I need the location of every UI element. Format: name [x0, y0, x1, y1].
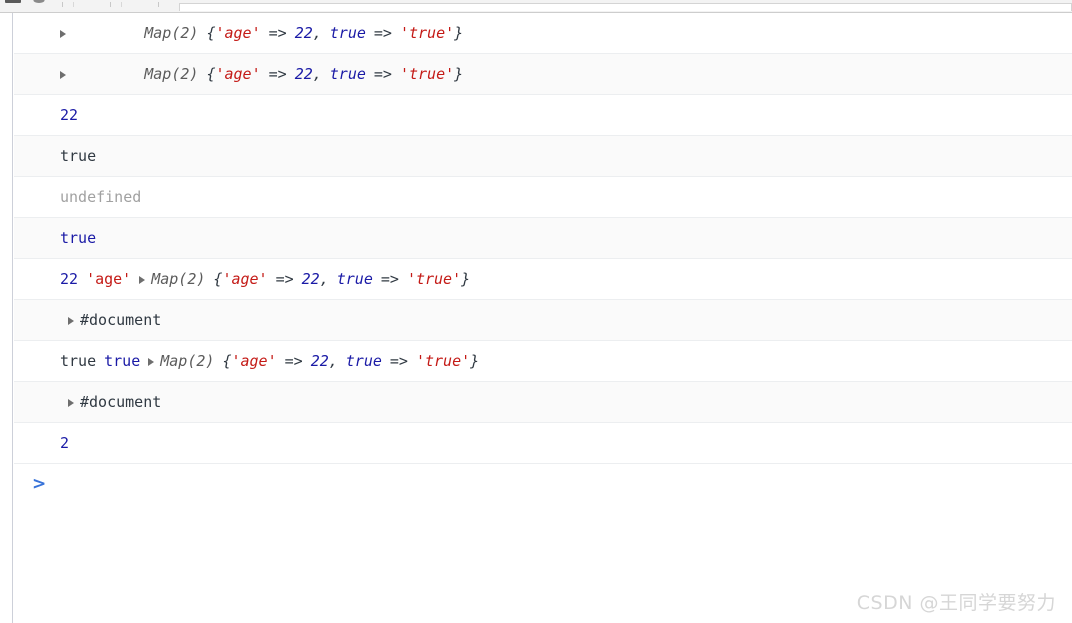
console-value-node: #document [80, 311, 162, 329]
map-key-2: true [336, 270, 373, 288]
console-lead-string: true [60, 352, 97, 370]
console-panel: Map(2) {'age' => 22, true =>'true'} Map(2) {'a… [0, 13, 1072, 623]
console-value-boolean: true [60, 229, 97, 247]
console-value-number: 2 [60, 434, 70, 452]
map-value-2: 'true' [415, 352, 471, 370]
map-comma: , [319, 270, 329, 288]
map-value-2: 'true' [399, 24, 455, 42]
close-brace: } [454, 65, 464, 83]
console-row-document-1[interactable]: #document [14, 300, 1072, 341]
console-lead-boolean: true [104, 352, 141, 370]
disclosure-triangle-icon[interactable] [60, 71, 66, 79]
map-value-1: 22 [310, 352, 329, 370]
map-arrow-1: => [284, 352, 303, 370]
map-key-1: 'age' [215, 24, 261, 42]
console-lead-string: 'age' [86, 270, 132, 288]
map-key-1: 'age' [215, 65, 261, 83]
disclosure-triangle-icon[interactable] [139, 276, 146, 284]
console-row-document-2[interactable]: #document [14, 382, 1072, 423]
disclosure-triangle-icon[interactable] [68, 399, 74, 407]
map-type-label: Map(2) [160, 352, 215, 370]
map-arrow-2: => [380, 270, 399, 288]
console-row-number-22[interactable]: 22 [14, 95, 1072, 136]
console-value-undefined: undefined [60, 188, 142, 206]
console-row-boolean-true[interactable]: true [14, 218, 1072, 259]
map-key-2: true [345, 352, 382, 370]
map-arrow-1: => [268, 65, 287, 83]
map-comma: , [312, 65, 322, 83]
map-key-1: 'age' [231, 352, 277, 370]
map-value-2: 'true' [399, 65, 455, 83]
map-type-label: Map(2) [151, 270, 206, 288]
eye-icon[interactable] [26, 0, 52, 12]
console-output-list: Map(2) {'age' => 22, true =>'true'} Map(2) {'a… [14, 13, 1072, 505]
console-prompt-input[interactable] [46, 473, 1072, 496]
console-value-node: #document [80, 393, 162, 411]
disclosure-triangle-icon[interactable] [148, 358, 155, 366]
toolbar-divider [62, 2, 63, 7]
console-row-string-true[interactable]: true [14, 136, 1072, 177]
prompt-chevron-icon: > [32, 474, 47, 494]
map-value-1: 22 [301, 270, 320, 288]
close-brace: } [470, 352, 480, 370]
map-arrow-2: => [373, 24, 392, 42]
console-row-map-preview-2[interactable]: Map(2) {'age' => 22, true =>'true'} [14, 54, 1072, 95]
map-value-1: 22 [294, 65, 313, 83]
csdn-watermark: CSDN @王同学要努力 [856, 592, 1056, 614]
console-row-undefined[interactable]: undefined [14, 177, 1072, 218]
console-row-number-string-map[interactable]: 22'age' Map(2) {'age' => 22, true =>'true'} [14, 259, 1072, 300]
map-arrow-2: => [389, 352, 408, 370]
console-gutter [0, 13, 13, 623]
map-comma: , [328, 352, 338, 370]
console-row-bool-bool-map[interactable]: true true Map(2) {'age' => 22, true =>'true'} [14, 341, 1072, 382]
map-arrow-2: => [373, 65, 392, 83]
map-key-2: true [329, 65, 366, 83]
console-prompt-row[interactable]: > [14, 464, 1072, 505]
map-type-label: Map(2) [144, 65, 199, 83]
map-value-1: 22 [294, 24, 313, 42]
close-brace: } [461, 270, 471, 288]
map-key-2: true [329, 24, 366, 42]
map-key-1: 'age' [222, 270, 268, 288]
console-row-number-2[interactable]: 2 [14, 423, 1072, 464]
clear-console-icon[interactable] [0, 0, 26, 12]
map-arrow-1: => [268, 24, 287, 42]
close-brace: } [454, 24, 464, 42]
map-comma: , [312, 24, 322, 42]
disclosure-triangle-icon[interactable] [68, 317, 74, 325]
console-value-string: true [60, 147, 97, 165]
console-value-number: 22 [60, 106, 79, 124]
map-value-2: 'true' [406, 270, 462, 288]
console-lead-number: 22 [60, 270, 79, 288]
map-arrow-1: => [275, 270, 294, 288]
disclosure-triangle-icon[interactable] [60, 30, 66, 38]
map-type-label: Map(2) [144, 24, 199, 42]
